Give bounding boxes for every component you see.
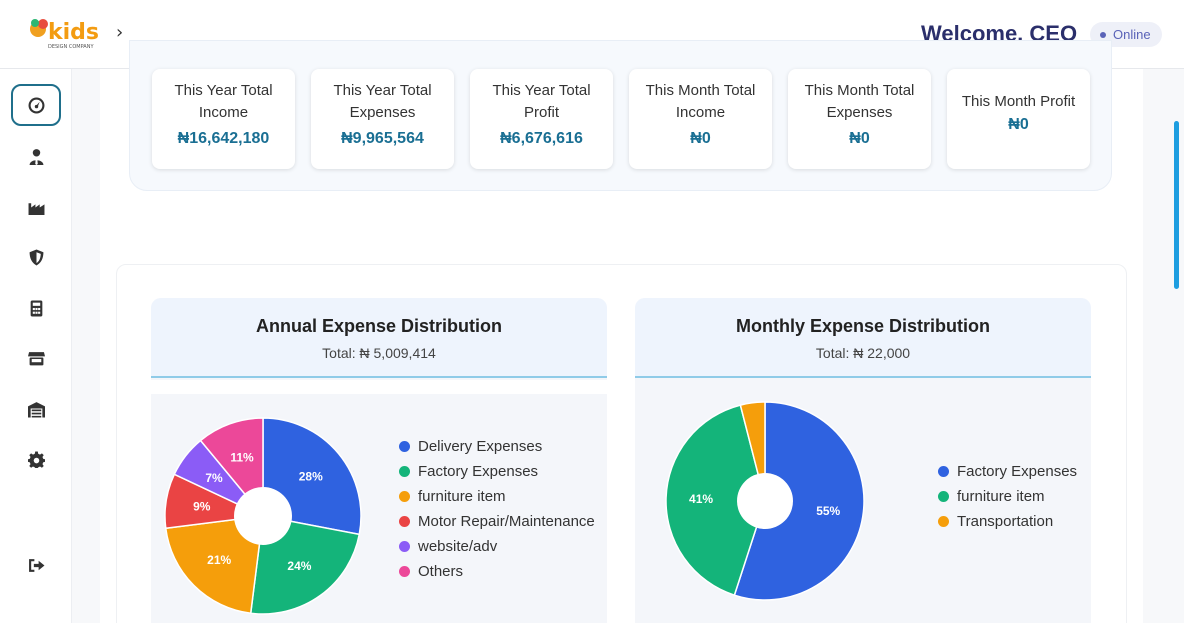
legend-item-others[interactable]: Others [399,559,595,584]
legend-swatch [938,491,949,502]
stat-value: ₦9,965,564 [341,130,424,147]
legend-label: Motor Repair/Maintenance [418,513,595,530]
legend-item-motor-repair-maintenance[interactable]: Motor Repair/Maintenance [399,509,595,534]
stat-card-month-expenses: This Month Total Expenses ₦0 [788,69,931,169]
stat-card-month-profit: This Month Profit ₦0 [947,69,1090,169]
legend-swatch [399,491,410,502]
stat-label: This Month Total Income [645,82,756,121]
legend-swatch [938,466,949,477]
monthly-expense-card: Monthly Expense Distribution Total: ₦ 22… [635,298,1091,623]
factory-icon [28,202,44,215]
legend-label: Factory Expenses [957,463,1078,480]
legend-item-transportation[interactable]: Transportation [938,509,1077,534]
stat-card-year-expenses: This Year Total Expenses ₦9,965,564 [311,69,454,169]
slice-label-delivery-expenses: 28% [299,469,323,483]
legend-label: furniture item [957,488,1045,505]
legend-item-factory-expenses[interactable]: Factory Expenses [938,459,1077,484]
user-tie-icon [29,148,43,165]
sidebar [0,69,72,623]
calculator-icon [30,300,42,316]
legend-swatch [399,466,410,477]
stat-value: ₦0 [1008,116,1029,133]
pie-center-hole [737,473,793,529]
sidebar-item-accounts[interactable] [11,287,61,329]
status-dot-icon [1100,31,1106,38]
shield-icon [29,249,43,265]
slice-label-factory-expenses: 55% [816,504,840,518]
chevron-right-icon[interactable]: › [116,22,123,43]
stat-value: ₦16,642,180 [177,130,270,147]
stat-value: ₦6,676,616 [500,130,583,147]
warehouse-icon [27,401,45,417]
stat-value: ₦0 [849,130,870,147]
slice-label-factory-expenses: 24% [287,559,311,573]
annual-expense-card: Annual Expense Distribution Total: ₦ 5,0… [151,298,607,623]
logout-icon [28,558,44,572]
legend-swatch [399,441,410,452]
stat-card-year-profit: This Year Total Profit ₦6,676,616 [470,69,613,169]
stat-label: This Year Total Profit [492,82,591,121]
dashboard-gauge-icon [28,97,44,113]
sidebar-item-logout[interactable] [11,544,61,586]
stat-label: This Year Total Income [174,82,273,121]
legend-label: website/adv [418,538,498,555]
legend-item-website-adv[interactable]: website/adv [399,534,595,559]
legend-swatch [399,566,410,577]
legend-label: Others [418,563,464,580]
legend-item-furniture-item[interactable]: furniture item [399,484,595,509]
gear-icon [27,451,45,468]
company-logo[interactable]: kids DESIGN COMPANY [28,15,110,51]
slice-label-others: 11% [230,451,254,465]
legend-label: Delivery Expenses [418,438,543,455]
stat-label: This Year Total Expenses [333,82,432,121]
legend-label: Factory Expenses [418,463,539,480]
legend-item-factory-expenses[interactable]: Factory Expenses [399,459,595,484]
store-icon [27,351,45,365]
sidebar-item-users[interactable] [11,135,61,177]
stat-label: This Month Total Expenses [804,82,915,121]
stat-label: This Month Profit [961,93,1076,110]
logo-wordmark: kids [48,20,99,45]
pie-center-hole [234,487,292,545]
sidebar-item-factory[interactable] [11,186,61,228]
sidebar-item-warehouse[interactable] [11,388,61,430]
legend-label: furniture item [418,488,506,505]
status-label: Online [1113,27,1151,42]
sidebar-item-settings[interactable] [11,438,61,480]
scrollbar-thumb[interactable] [1174,121,1179,289]
slice-label-furniture-item: 21% [207,553,231,567]
logo-subtext: DESIGN COMPANY [48,44,94,50]
sidebar-item-security[interactable] [11,236,61,278]
slice-label-website-adv: 7% [205,471,223,485]
stat-card-year-income: This Year Total Income ₦16,642,180 [152,69,295,169]
sidebar-item-store[interactable] [11,337,61,379]
legend-swatch [399,516,410,527]
legend-item-furniture-item[interactable]: furniture item [938,484,1077,509]
legend-label: Transportation [957,513,1054,530]
slice-label-motor-repair-maintenance: 9% [193,499,211,513]
legend-swatch [399,541,410,552]
sidebar-item-dashboard[interactable] [11,84,61,126]
slice-label-furniture-item: 41% [689,492,713,506]
stat-value: ₦0 [690,130,711,147]
legend-item-delivery-expenses[interactable]: Delivery Expenses [399,434,595,459]
annual-legend: Delivery Expenses Factory Expenses furnitu… [399,434,595,584]
legend-swatch [938,516,949,527]
stat-card-month-income: This Month Total Income ₦0 [629,69,772,169]
monthly-legend: Factory Expenses furniture item Transporta… [938,459,1077,534]
